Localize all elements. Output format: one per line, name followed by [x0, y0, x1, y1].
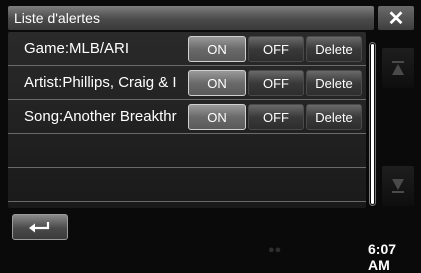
alert-label: Artist:Phillips, Craig & I — [24, 74, 177, 91]
off-button[interactable]: OFF — [248, 70, 304, 96]
alert-label: Game:MLB/ARI — [24, 40, 130, 57]
alert-row-game: Game:MLB/ARI ON OFF Delete — [8, 32, 366, 66]
delete-button[interactable]: Delete — [306, 70, 362, 96]
close-icon: ✕ — [387, 7, 405, 30]
off-button[interactable]: OFF — [248, 104, 304, 130]
scrollbar[interactable] — [369, 42, 376, 206]
alert-list: Game:MLB/ARI ON OFF Delete Artist:Philli… — [8, 32, 366, 208]
alert-label: Song:Another Breakthr — [24, 108, 177, 125]
empty-row — [8, 134, 366, 168]
arrow-up-bar-icon — [392, 61, 404, 75]
on-button[interactable]: ON — [188, 104, 246, 130]
delete-button[interactable]: Delete — [306, 104, 362, 130]
scroll-up-button[interactable] — [382, 48, 414, 88]
scrollbar-thumb[interactable] — [371, 44, 374, 204]
off-button[interactable]: OFF — [248, 36, 304, 62]
arrow-down-bar-icon — [392, 179, 404, 193]
close-button[interactable]: ✕ — [378, 6, 414, 30]
delete-button[interactable]: Delete — [306, 36, 362, 62]
status-indicator-icon: ●● — [268, 244, 282, 256]
title-bar: Liste d'alertes — [8, 6, 374, 30]
scroll-down-button[interactable] — [382, 166, 414, 206]
on-button[interactable]: ON — [188, 36, 246, 62]
empty-row — [8, 168, 366, 202]
page-title: Liste d'alertes — [14, 10, 100, 26]
clock: 6:07 AM — [368, 241, 397, 273]
alert-row-song: Song:Another Breakthr ON OFF Delete — [8, 100, 366, 134]
alert-row-artist: Artist:Phillips, Craig & I ON OFF Delete — [8, 66, 366, 100]
on-button[interactable]: ON — [188, 70, 246, 96]
back-button[interactable] — [12, 214, 68, 240]
return-arrow-icon — [29, 222, 50, 233]
